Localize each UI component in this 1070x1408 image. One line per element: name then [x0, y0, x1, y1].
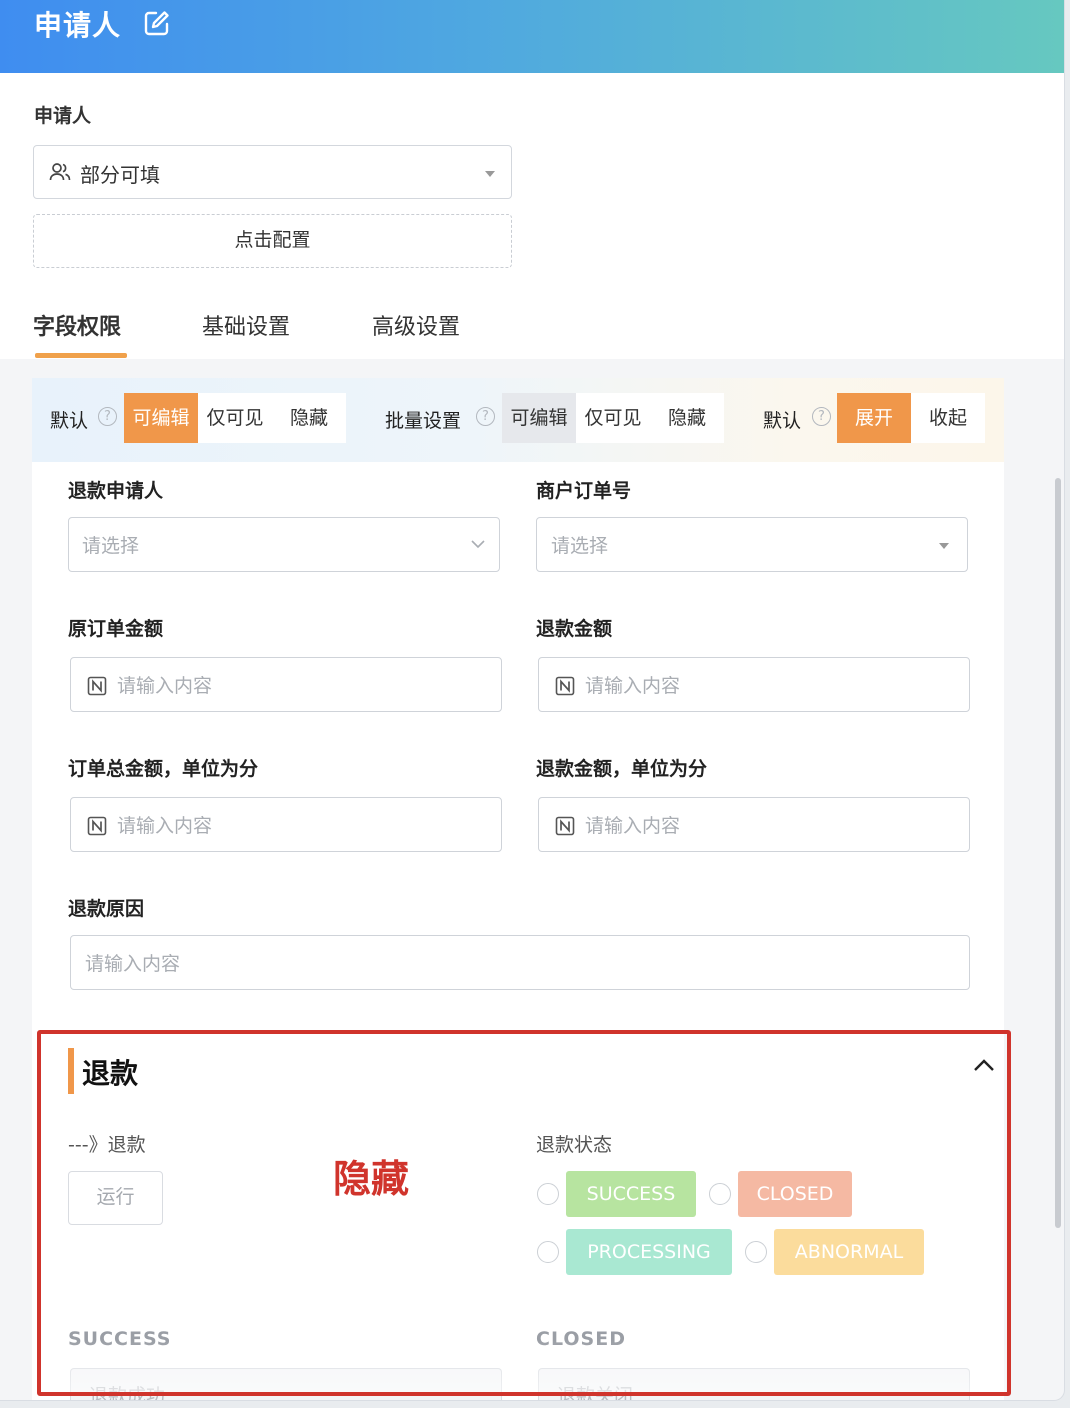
expand-default-label: 默认 [763, 410, 802, 432]
merchant-order-label: 商户订单号 [536, 480, 632, 502]
applicant-settings: 申请人 部分可填 点击配置 字段权限 基础设置 高级设置 [0, 73, 1064, 359]
number-icon [555, 676, 575, 700]
placeholder: 请选择 [82, 535, 140, 557]
placeholder: 请输入内容 [85, 953, 181, 975]
default-permission-segment: 可编辑 仅可见 隐藏 [124, 393, 346, 443]
default-label: 默认 [50, 410, 89, 432]
tab-advanced-settings[interactable]: 高级设置 [372, 309, 460, 341]
users-icon [49, 161, 71, 187]
tab-basic-settings[interactable]: 基础设置 [202, 309, 290, 341]
tab-field-permissions[interactable]: 字段权限 [33, 309, 121, 341]
expand-segment: 展开 收起 [837, 393, 985, 443]
refund-amount-label: 退款金额 [536, 618, 613, 640]
refund-amount-cents-label: 退款金额，单位为分 [536, 758, 708, 780]
refund-reason-label: 退款原因 [68, 898, 145, 920]
merchant-order-select[interactable]: 请选择 [536, 517, 968, 572]
caret-down-icon [939, 543, 949, 549]
original-amount-label: 原订单金额 [68, 618, 164, 640]
number-icon [555, 816, 575, 840]
help-icon[interactable]: ? [98, 407, 117, 426]
refund-applicant-label: 退款申请人 [68, 480, 164, 502]
header-bar: 申请人 [0, 0, 1064, 73]
permission-select[interactable]: 部分可填 [33, 145, 512, 199]
placeholder: 请输入内容 [117, 675, 213, 697]
form-settings-panel: 申请人 申请人 部分可填 点击配置 字段权限 基础设置 高级设置 默认 ? 可编… [0, 0, 1064, 1400]
permission-toolbar: 默认 ? 可编辑 仅可见 隐藏 批量设置 ? 可编辑 仅可见 隐藏 默认 ? 展… [32, 378, 1004, 462]
hidden-section-highlight [37, 1030, 1011, 1396]
page-title: 申请人 [34, 9, 122, 42]
config-button[interactable]: 点击配置 [33, 214, 512, 268]
refund-amount-input[interactable]: 请输入内容 [538, 657, 970, 712]
expand-option[interactable]: 展开 [837, 393, 911, 443]
placeholder: 请选择 [551, 535, 609, 557]
chevron-down-icon [469, 535, 487, 557]
batch-option-hidden[interactable]: 隐藏 [650, 393, 724, 443]
batch-permission-segment: 可编辑 仅可见 隐藏 [502, 393, 724, 443]
refund-reason-input[interactable]: 请输入内容 [70, 935, 970, 990]
scrollbar[interactable] [1055, 478, 1061, 1228]
caret-down-icon [485, 171, 495, 177]
active-tab-indicator [35, 353, 127, 358]
number-icon [87, 816, 107, 840]
edit-icon[interactable] [143, 9, 171, 41]
default-option-editable[interactable]: 可编辑 [124, 393, 198, 443]
placeholder: 请输入内容 [117, 815, 213, 837]
help-icon[interactable]: ? [812, 407, 831, 426]
original-amount-input[interactable]: 请输入内容 [70, 657, 502, 712]
order-total-cents-input[interactable]: 请输入内容 [70, 797, 502, 852]
order-total-cents-label: 订单总金额，单位为分 [68, 758, 259, 780]
permission-value: 部分可填 [80, 163, 160, 187]
refund-applicant-select[interactable]: 请选择 [68, 517, 500, 572]
refund-amount-cents-input[interactable]: 请输入内容 [538, 797, 970, 852]
collapse-option[interactable]: 收起 [911, 393, 985, 443]
applicant-label: 申请人 [34, 105, 92, 127]
help-icon[interactable]: ? [476, 407, 495, 426]
number-icon [87, 676, 107, 700]
placeholder: 请输入内容 [585, 815, 681, 837]
default-option-readonly[interactable]: 仅可见 [198, 393, 272, 443]
placeholder: 请输入内容 [585, 675, 681, 697]
batch-option-readonly[interactable]: 仅可见 [576, 393, 650, 443]
default-option-hidden[interactable]: 隐藏 [272, 393, 346, 443]
batch-option-editable[interactable]: 可编辑 [502, 393, 576, 443]
batch-label: 批量设置 [385, 410, 462, 432]
